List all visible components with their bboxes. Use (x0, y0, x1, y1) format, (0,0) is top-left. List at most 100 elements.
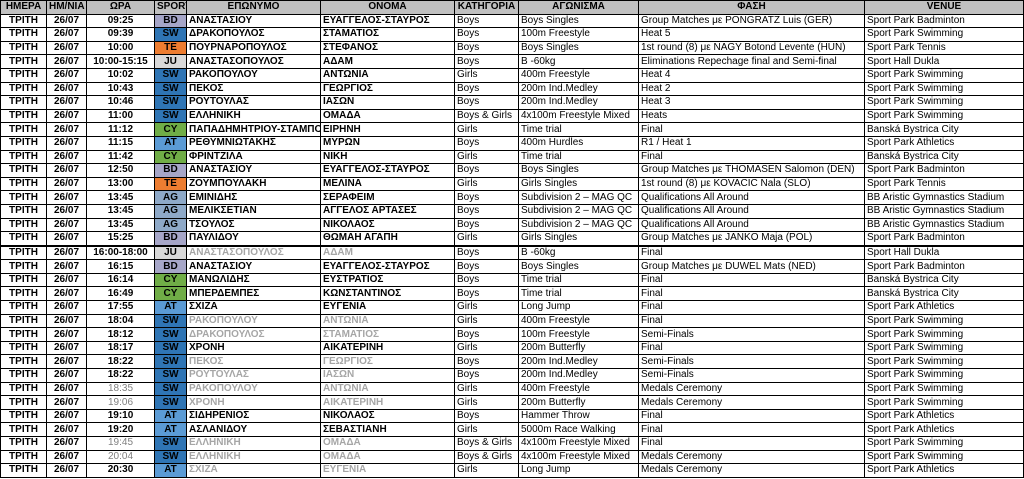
surname-cell: ΡΕΘΥΜΝΙΩΤΑΚΗΣ (186, 135, 321, 151)
date-cell: 26/07 (46, 149, 87, 165)
table-row[interactable]: ΤΡΙΤΗ 26/07 20:04 SW ΕΛΛΗΝΙΚΗ ΟΜΑΔΑ Boys & Gir… (0, 449, 1024, 465)
date-cell: 26/07 (46, 54, 87, 69)
phase-cell: Qualifications All Around (638, 190, 865, 205)
name-cell: ΑΙΚΑΤΕΡΙΝΗ (320, 395, 455, 410)
category-cell: Boys (454, 259, 519, 274)
column-header[interactable]: ΦΑΣΗ (638, 0, 865, 15)
column-header[interactable]: ΗΜ/ΝΙΑ (46, 0, 87, 15)
table-row[interactable]: ΤΡΙΤΗ 26/07 15:25 BD ΠΑΥΛΙΔΟΥ ΘΩΜΑΗ ΑΓΑΠΗ Girl… (0, 231, 1024, 247)
time-cell: 13:45 (86, 217, 155, 233)
sport-cell: BD (154, 13, 187, 29)
table-row[interactable]: ΤΡΙΤΗ 26/07 10:00-15:15 JU ΑΝΑΣΤΑΣΟΠΟΥΛΟΣ ΑΔΑ… (0, 54, 1024, 69)
table-row[interactable]: ΤΡΙΤΗ 26/07 18:04 SW ΡΑΚΟΠΟΥΛΟΥ ΑΝΤΩΝΙΑ Girls 4… (0, 313, 1024, 329)
column-header[interactable]: SPORT (154, 0, 187, 15)
day-cell: ΤΡΙΤΗ (0, 122, 47, 137)
table-row[interactable]: ΤΡΙΤΗ 26/07 16:14 CY ΜΑΝΩΛΙΔΗΣ ΕΥΣΤΡΑΤΙΟΣ Boys… (0, 272, 1024, 288)
table-row[interactable]: ΤΡΙΤΗ 26/07 19:10 AT ΣΙΔΗΡΕΝΙΟΣ ΝΙΚΟΛΑΟΣ Boys H… (0, 408, 1024, 424)
venue-cell: Sport Park Swimming (864, 395, 1024, 410)
table-row[interactable]: ΤΡΙΤΗ 26/07 11:42 CY ΦΡΙΝΤΖΙΛΑ ΝΙΚΗ Girls Time … (0, 149, 1024, 165)
venue-cell: Sport Park Swimming (864, 368, 1024, 383)
sport-cell: SW (154, 313, 187, 329)
category-cell: Girls (454, 381, 519, 397)
category-cell: Girls (454, 340, 519, 356)
date-cell: 26/07 (46, 163, 87, 178)
date-cell: 26/07 (46, 408, 87, 424)
day-cell: ΤΡΙΤΗ (0, 354, 47, 370)
category-cell: Boys (454, 286, 519, 302)
phase-cell: Group Matches με DUWEL Mats (NED) (638, 259, 865, 274)
column-header[interactable]: ΩΡΑ (86, 0, 155, 15)
day-cell: ΤΡΙΤΗ (0, 272, 47, 288)
event-cell: 200m Butterfly (518, 340, 639, 356)
day-cell: ΤΡΙΤΗ (0, 108, 47, 124)
table-row[interactable]: ΤΡΙΤΗ 26/07 10:02 SW ΡΑΚΟΠΟΥΛΟΥ ΑΝΤΩΝΙΑ Girls 4… (0, 67, 1024, 83)
table-row[interactable]: ΤΡΙΤΗ 26/07 18:22 SW ΡΟΥΤΟΥΛΑΣ ΙΑΣΩΝ Boys 200m … (0, 368, 1024, 383)
venue-cell: Sport Park Badminton (864, 163, 1024, 178)
sport-cell: AG (154, 217, 187, 233)
column-header[interactable]: ΗΜΕΡΑ (0, 0, 47, 15)
surname-cell: ΑΝΑΣΤΑΣΟΠΟΥΛΟΣ (186, 244, 321, 261)
table-row[interactable]: ΤΡΙΤΗ 26/07 10:00 TE ΠΟΥΡΝΑΡΟΠΟΥΛΟΣ ΣΤΕΦΑΝΟΣ B… (0, 40, 1024, 56)
table-row[interactable]: ΤΡΙΤΗ 26/07 13:45 AG ΤΣΟΥΛΟΣ ΝΙΚΟΛΑΟΣ Boys Subd… (0, 217, 1024, 233)
sport-cell: CY (154, 149, 187, 165)
name-cell: ΕΥΑΓΓΕΛΟΣ-ΣΤΑΥΡΟΣ (320, 163, 455, 178)
phase-cell: Final (638, 272, 865, 288)
time-cell: 16:15 (86, 259, 155, 274)
table-row[interactable]: ΤΡΙΤΗ 26/07 19:20 AT ΑΣΛΑΝΙΔΟΥ ΣΕΒΑΣΤΙΑΝΗ Girl… (0, 422, 1024, 437)
table-row[interactable]: ΤΡΙΤΗ 26/07 10:46 SW ΡΟΥΤΟΥΛΑΣ ΙΑΣΩΝ Boys 200m … (0, 95, 1024, 110)
table-row[interactable]: ΤΡΙΤΗ 26/07 16:15 BD ΑΝΑΣΤΑΣΙΟΥ ΕΥΑΓΓΕΛΟΣ-ΣΤΑ… (0, 259, 1024, 274)
surname-cell: ΡΟΥΤΟΥΛΑΣ (186, 368, 321, 383)
name-cell: ΑΓΓΕΛΟΣ ΑΡΤΑΣΕΣ (320, 203, 455, 219)
table-row[interactable]: ΤΡΙΤΗ 26/07 11:00 SW ΕΛΛΗΝΙΚΗ ΟΜΑΔΑ Boys & Gir… (0, 108, 1024, 124)
event-cell: Long Jump (518, 300, 639, 315)
table-row[interactable]: ΤΡΙΤΗ26/0711:12CYΠΑΠΑΔΗΜΗΤΡΙΟΥ-ΣΤΑΜΠΟΡΗΕ… (0, 122, 1024, 137)
date-cell: 26/07 (46, 463, 87, 478)
venue-cell: Sport Hall Dukla (864, 244, 1024, 261)
column-header[interactable]: ΑΓΩΝΙΣΜΑ (518, 0, 639, 15)
column-header[interactable]: ΕΠΩΝΥΜΟ (186, 0, 321, 15)
time-cell: 15:25 (86, 231, 155, 247)
sport-cell: AT (154, 408, 187, 424)
day-cell: ΤΡΙΤΗ (0, 27, 47, 42)
table-row[interactable]: ΤΡΙΤΗ 26/07 19:45 SW ΕΛΛΗΝΙΚΗ ΟΜΑΔΑ Boys & Gir… (0, 436, 1024, 451)
table-row[interactable]: ΤΡΙΤΗ 26/07 12:50 BD ΑΝΑΣΤΑΣΙΟΥ ΕΥΑΓΓΕΛΟΣ-ΣΤΑ… (0, 163, 1024, 178)
phase-cell: Final (638, 422, 865, 437)
column-header[interactable]: ΟΝΟΜΑ (320, 0, 455, 15)
event-cell: 4x100m Freestyle Mixed (518, 436, 639, 451)
table-row[interactable]: ΤΡΙΤΗ 26/07 11:15 AT ΡΕΘΥΜΝΙΩΤΑΚΗΣ ΜΥΡΩΝ Boys 4… (0, 135, 1024, 151)
table-row[interactable]: ΤΡΙΤΗ 26/07 20:30 AT ΣΧΙΖΑ ΕΥΓΕΝΙΑ Girls Long J… (0, 463, 1024, 478)
table-row[interactable]: ΤΡΙΤΗ 26/07 13:00 TE ΖΟΥΜΠΟΥΛΑΚΗ ΜΕΛΙΝΑ Girls G… (0, 176, 1024, 192)
table-row[interactable]: ΤΡΙΤΗ 26/07 09:39 SW ΔΡΑΚΟΠΟΥΛΟΣ ΣΤΑΜΑΤΙΟΣ Boy… (0, 27, 1024, 42)
surname-cell: ΣΙΔΗΡΕΝΙΟΣ (186, 408, 321, 424)
table-row[interactable]: ΤΡΙΤΗ 26/07 10:43 SW ΠΕΚΟΣ ΓΕΩΡΓΙΟΣ Boys 200m I… (0, 81, 1024, 97)
table-row[interactable]: ΤΡΙΤΗ 26/07 16:00-18:00 JU ΑΝΑΣΤΑΣΟΠΟΥΛΟΣ ΑΔΑ… (0, 244, 1024, 261)
sport-cell: SW (154, 436, 187, 451)
column-header[interactable]: VENUE (864, 0, 1024, 15)
table-row[interactable]: ΤΡΙΤΗ 26/07 19:06 SW ΧΡΟΝΗ ΑΙΚΑΤΕΡΙΝΗ Girls 200… (0, 395, 1024, 410)
date-cell: 26/07 (46, 13, 87, 29)
column-header[interactable]: ΚΑΤΗΓΟΡΙΑ (454, 0, 519, 15)
table-row[interactable]: ΤΡΙΤΗ 26/07 09:25 BD ΑΝΑΣΤΑΣΙΟΥ ΕΥΑΓΓΕΛΟΣ-ΣΤΑ… (0, 13, 1024, 29)
time-cell: 13:00 (86, 176, 155, 192)
phase-cell: Medals Ceremony (638, 449, 865, 465)
table-row[interactable]: ΤΡΙΤΗ 26/07 13:45 AG ΜΕΛΙΚΣΕΤΙΑΝ ΑΓΓΕΛΟΣ ΑΡΤΑ… (0, 203, 1024, 219)
date-cell: 26/07 (46, 190, 87, 205)
day-cell: ΤΡΙΤΗ (0, 313, 47, 329)
day-cell: ΤΡΙΤΗ (0, 176, 47, 192)
venue-cell: Banská Bystrica City (864, 272, 1024, 288)
date-cell: 26/07 (46, 40, 87, 56)
phase-cell: 1st round (8) με KOVACIC Nala (SLO) (638, 176, 865, 192)
table-row[interactable]: ΤΡΙΤΗ 26/07 18:17 SW ΧΡΟΝΗ ΑΙΚΑΤΕΡΙΝΗ Girls 200… (0, 340, 1024, 356)
table-row[interactable]: ΤΡΙΤΗ 26/07 18:35 SW ΡΑΚΟΠΟΥΛΟΥ ΑΝΤΩΝΙΑ Girls 4… (0, 381, 1024, 397)
category-cell: Girls (454, 231, 519, 247)
table-row[interactable]: ΤΡΙΤΗ 26/07 16:49 CY ΜΠΕΡΔΕΜΠΕΣ ΚΩΝΣΤΑΝΤΙΝΟΣ B… (0, 286, 1024, 302)
name-cell: ΣΤΕΦΑΝΟΣ (320, 40, 455, 56)
day-cell: ΤΡΙΤΗ (0, 368, 47, 383)
time-cell: 13:45 (86, 190, 155, 205)
table-row[interactable]: ΤΡΙΤΗ 26/07 18:12 SW ΔΡΑΚΟΠΟΥΛΟΣ ΣΤΑΜΑΤΙΟΣ Boy… (0, 327, 1024, 342)
table-row[interactable]: ΤΡΙΤΗ 26/07 18:22 SW ΠΕΚΟΣ ΓΕΩΡΓΙΟΣ Boys 200m I… (0, 354, 1024, 370)
table-row[interactable]: ΤΡΙΤΗ 26/07 13:45 AG ΕΜΙΝΙΔΗΣ ΣΕΡΑΦΕΙΜ Boys Sub… (0, 190, 1024, 205)
sport-cell: AT (154, 135, 187, 151)
event-cell: 200m Ind.Medley (518, 81, 639, 97)
table-row[interactable]: ΤΡΙΤΗ 26/07 17:55 AT ΣΧΙΖΑ ΕΥΓΕΝΙΑ Girls Long J… (0, 300, 1024, 315)
